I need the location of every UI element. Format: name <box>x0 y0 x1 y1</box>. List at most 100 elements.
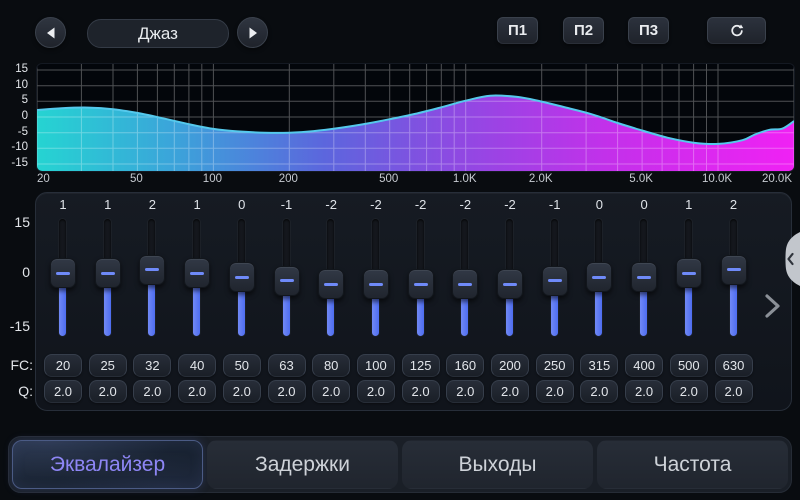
preset-memory-1-button[interactable]: П1 <box>497 17 538 44</box>
tab-delays[interactable]: Задержки <box>207 440 398 489</box>
band-slider-thumb[interactable] <box>631 262 657 292</box>
graph-y-tick-label: -10 <box>0 140 28 154</box>
band-gain-value: -2 <box>354 197 398 212</box>
thumb-grip-line <box>637 276 651 279</box>
frequency-response-chart <box>36 63 795 172</box>
band-slider-thumb[interactable] <box>139 255 165 285</box>
band-slider-thumb[interactable] <box>586 262 612 292</box>
band-fc-button[interactable]: 500 <box>670 354 708 377</box>
tab-outputs[interactable]: Выходы <box>402 440 593 489</box>
band-slider-thumb[interactable] <box>229 262 255 292</box>
band-fc-button[interactable]: 80 <box>312 354 350 377</box>
band-fc-button[interactable]: 250 <box>536 354 574 377</box>
band-gain-value: 2 <box>130 197 174 212</box>
band-fc-button[interactable]: 400 <box>625 354 663 377</box>
band-slider-thumb[interactable] <box>274 266 300 296</box>
band-fc-button[interactable]: 200 <box>491 354 529 377</box>
band-q-button[interactable]: 2.0 <box>44 380 82 403</box>
band-q-button[interactable]: 2.0 <box>491 380 529 403</box>
band-q-button[interactable]: 2.0 <box>178 380 216 403</box>
band-slider-thumb[interactable] <box>95 258 121 288</box>
band-gain-value: -2 <box>488 197 532 212</box>
graph-x-tick-label: 50 <box>130 172 143 186</box>
band-gain-value: -1 <box>265 197 309 212</box>
band-q-button[interactable]: 2.0 <box>446 380 484 403</box>
band-slider-thumb[interactable] <box>408 269 434 299</box>
band-fc-button[interactable]: 40 <box>178 354 216 377</box>
band-q-button[interactable]: 2.0 <box>402 380 440 403</box>
thumb-grip-line <box>101 272 115 275</box>
preset-selector[interactable]: Джаз <box>87 19 229 48</box>
bottom-tab-bar: ЭквалайзерЗадержкиВыходыЧастота <box>8 436 792 493</box>
triangle-left-icon <box>44 26 58 40</box>
band-gain-value: -2 <box>309 197 353 212</box>
band-fc-button[interactable]: 25 <box>89 354 127 377</box>
preset-memory-2-button[interactable]: П2 <box>563 17 604 44</box>
band-q-button[interactable]: 2.0 <box>89 380 127 403</box>
preset-memory-3-button[interactable]: П3 <box>628 17 669 44</box>
eq-band-200hz: -2 <box>488 193 532 348</box>
eq-band-25hz: 1 <box>86 193 130 348</box>
thumb-grip-line <box>280 279 294 282</box>
thumb-grip-line <box>458 283 472 286</box>
slider-scale-label: -15 <box>0 318 30 334</box>
band-q-button[interactable]: 2.0 <box>268 380 306 403</box>
graph-x-tick-label: 5.0K <box>629 172 653 186</box>
thumb-grip-line <box>503 283 517 286</box>
slider-scale-label: 0 <box>0 264 30 280</box>
band-fc-button[interactable]: 125 <box>402 354 440 377</box>
preset-name: Джаз <box>138 24 178 44</box>
band-q-button[interactable]: 2.0 <box>536 380 574 403</box>
tab-equalizer[interactable]: Эквалайзер <box>12 440 203 489</box>
tab-frequency[interactable]: Частота <box>597 440 788 489</box>
band-q-button[interactable]: 2.0 <box>223 380 261 403</box>
band-slider-thumb[interactable] <box>452 269 478 299</box>
triangle-right-icon <box>246 26 260 40</box>
band-fc-button[interactable]: 63 <box>268 354 306 377</box>
band-fc-button[interactable]: 630 <box>715 354 753 377</box>
band-slider-thumb[interactable] <box>363 269 389 299</box>
scroll-right-arrow[interactable] <box>761 292 783 320</box>
preset-prev-button[interactable] <box>35 17 66 48</box>
graph-x-tick-label: 2.0K <box>529 172 553 186</box>
band-q-button[interactable]: 2.0 <box>357 380 395 403</box>
band-slider-thumb[interactable] <box>721 255 747 285</box>
eq-curve-svg <box>37 64 794 171</box>
band-q-button[interactable]: 2.0 <box>670 380 708 403</box>
eq-band-80hz: -2 <box>309 193 353 348</box>
band-fc-button[interactable]: 50 <box>223 354 261 377</box>
band-slider-thumb[interactable] <box>497 269 523 299</box>
graph-y-tick-label: 10 <box>0 78 28 92</box>
band-slider-thumb[interactable] <box>676 258 702 288</box>
band-slider-thumb[interactable] <box>542 266 568 296</box>
eq-band-630hz: 2 <box>712 193 756 348</box>
graph-x-tick-label: 200 <box>279 172 298 186</box>
eq-band-125hz: -2 <box>399 193 443 348</box>
fc-values-row: 20 25 32 40 50 63 80 100 125 160 200 250 315 400 500 63… <box>36 354 793 377</box>
graph-x-tick-label: 20 <box>37 172 50 186</box>
band-q-button[interactable]: 2.0 <box>133 380 171 403</box>
band-q-button[interactable]: 2.0 <box>625 380 663 403</box>
slider-scale-label: 15 <box>0 214 30 230</box>
graph-x-axis-labels: 20501002005001.0K2.0K5.0K10.0K20.0K <box>36 172 793 186</box>
band-q-button[interactable]: 2.0 <box>312 380 350 403</box>
band-fc-button[interactable]: 315 <box>580 354 618 377</box>
thumb-grip-line <box>235 276 249 279</box>
preset-next-button[interactable] <box>237 17 268 48</box>
band-gain-value: -2 <box>399 197 443 212</box>
band-gain-value: 1 <box>667 197 711 212</box>
band-q-button[interactable]: 2.0 <box>715 380 753 403</box>
side-drawer-handle[interactable] <box>778 232 800 286</box>
band-q-button[interactable]: 2.0 <box>580 380 618 403</box>
graph-y-tick-label: 15 <box>0 62 28 76</box>
band-fc-button[interactable]: 100 <box>357 354 395 377</box>
band-slider-thumb[interactable] <box>184 258 210 288</box>
eq-band-400hz: 0 <box>622 193 666 348</box>
band-fc-button[interactable]: 32 <box>133 354 171 377</box>
band-fc-button[interactable]: 20 <box>44 354 82 377</box>
reset-button[interactable] <box>707 17 766 44</box>
band-gain-value: 1 <box>41 197 85 212</box>
band-slider-thumb[interactable] <box>50 258 76 288</box>
band-fc-button[interactable]: 160 <box>446 354 484 377</box>
band-slider-thumb[interactable] <box>318 269 344 299</box>
